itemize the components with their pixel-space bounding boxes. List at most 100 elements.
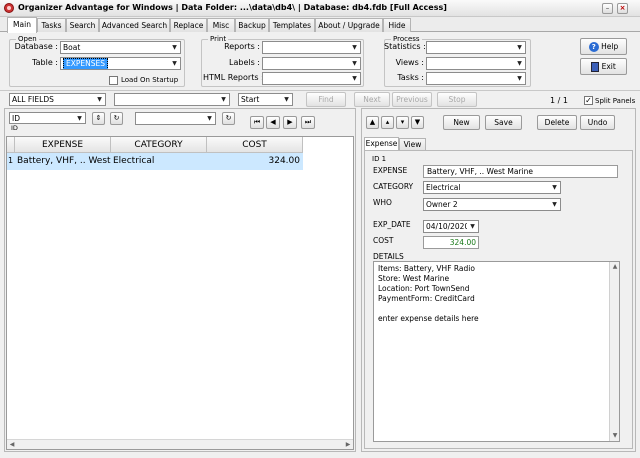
help-button[interactable]: ? Help bbox=[580, 38, 627, 55]
tab-search[interactable]: Search bbox=[66, 18, 99, 32]
category-select[interactable]: Electrical ▼ bbox=[423, 181, 561, 194]
load-on-startup-label: Load On Startup bbox=[121, 76, 179, 84]
sort-field-select[interactable]: ID ▼ bbox=[9, 112, 86, 124]
exp-date-picker[interactable]: 04/10/2020 ▼ bbox=[423, 220, 479, 233]
chevron-down-icon: ▼ bbox=[514, 42, 525, 53]
statistics-select[interactable]: ▼ bbox=[426, 41, 526, 54]
search-field-select[interactable]: ALL FIELDS ▼ bbox=[9, 93, 106, 106]
chevron-down-icon: ▼ bbox=[169, 58, 180, 69]
stop-button[interactable]: Stop bbox=[437, 92, 477, 107]
records-grid[interactable]: EXPENSE CATEGORY COST 1 Battery, VHF, ..… bbox=[6, 136, 354, 450]
scroll-left-icon[interactable]: ◀ bbox=[7, 440, 17, 450]
expense-field[interactable]: Battery, VHF, .. West Marine bbox=[423, 165, 618, 178]
split-panels-checkbox[interactable]: ✓ bbox=[584, 96, 593, 105]
scroll-down-icon[interactable]: ▼ bbox=[610, 431, 620, 441]
first-record-button[interactable]: ⏮ bbox=[250, 116, 264, 129]
tab-view[interactable]: View bbox=[399, 138, 426, 150]
new-button[interactable]: New bbox=[443, 115, 480, 130]
tab-replace[interactable]: Replace bbox=[170, 18, 207, 32]
labels-select[interactable]: ▼ bbox=[262, 57, 361, 70]
move-bottom-button[interactable]: ▼ bbox=[411, 116, 424, 129]
vertical-scrollbar[interactable]: ▲ ▼ bbox=[609, 262, 619, 441]
cell-category: Electrical bbox=[113, 156, 155, 166]
chevron-down-icon: ▼ bbox=[94, 94, 105, 105]
skip-first-icon: ⏮ bbox=[253, 118, 261, 126]
views-select[interactable]: ▼ bbox=[426, 57, 526, 70]
move-up-button[interactable]: ▴ bbox=[381, 116, 394, 129]
delete-button[interactable]: Delete bbox=[537, 115, 577, 130]
find-button[interactable]: Find bbox=[306, 92, 346, 107]
reports-label: Reports : bbox=[224, 42, 260, 51]
table-row[interactable]: 1 Battery, VHF, .. West Electrical 324.0… bbox=[7, 153, 303, 170]
row-indicator: 1 bbox=[8, 156, 14, 165]
horizontal-scrollbar[interactable]: ◀ ▶ bbox=[7, 439, 353, 449]
tab-tasks[interactable]: Tasks bbox=[37, 18, 66, 32]
next-button[interactable]: Next bbox=[354, 92, 390, 107]
chevron-down-icon: ▼ bbox=[514, 73, 525, 84]
column-header-expense[interactable]: EXPENSE bbox=[15, 137, 111, 153]
details-textarea[interactable]: Items: Battery, VHF Radio Store: West Ma… bbox=[373, 261, 620, 442]
refresh-filter-button[interactable]: ↻ bbox=[222, 112, 235, 125]
move-top-button[interactable]: ▲ bbox=[366, 116, 379, 129]
search-mode-select[interactable]: Start ▼ bbox=[238, 93, 293, 106]
sort-order-button[interactable]: ⇕ bbox=[92, 112, 105, 125]
who-select[interactable]: Owner 2 ▼ bbox=[423, 198, 561, 211]
expense-label: EXPENSE bbox=[373, 166, 408, 175]
cell-cost: 324.00 bbox=[268, 156, 301, 166]
split-panels-label: Split Panels bbox=[595, 97, 636, 105]
close-button[interactable]: × bbox=[617, 3, 628, 14]
tab-expense[interactable]: Expense bbox=[364, 137, 399, 150]
html-reports-select[interactable]: ▼ bbox=[262, 72, 361, 85]
refresh-sort-button[interactable]: ↻ bbox=[110, 112, 123, 125]
cell-expense: Battery, VHF, .. West bbox=[17, 156, 111, 166]
load-on-startup-checkbox[interactable] bbox=[109, 76, 118, 85]
triangle-right-icon: ▶ bbox=[287, 118, 293, 126]
refresh-icon: ↻ bbox=[113, 114, 120, 122]
table-select[interactable]: EXPENSES ▼ bbox=[60, 57, 181, 70]
tab-misc[interactable]: Misc bbox=[207, 18, 235, 32]
labels-label: Labels : bbox=[229, 58, 260, 67]
prev-record-button[interactable]: ◀ bbox=[266, 116, 280, 129]
chevron-down-icon: ▼ bbox=[74, 113, 85, 123]
cost-field[interactable]: 324.00 bbox=[423, 236, 479, 249]
tab-advanced-search[interactable]: Advanced Search bbox=[99, 18, 170, 32]
exp-date-label: EXP_DATE bbox=[373, 220, 411, 229]
grid-corner bbox=[7, 137, 15, 153]
chevron-down-icon: ▼ bbox=[349, 73, 360, 84]
tab-about-upgrade[interactable]: About / Upgrade bbox=[315, 18, 383, 32]
exp-date-value: 04/10/2020 bbox=[426, 222, 470, 231]
save-button[interactable]: Save bbox=[485, 115, 522, 130]
filter-select[interactable]: ▼ bbox=[135, 112, 216, 125]
divider bbox=[0, 90, 640, 91]
column-header-cost[interactable]: COST bbox=[207, 137, 303, 153]
search-input[interactable]: ▼ bbox=[114, 93, 230, 106]
chevron-down-icon: ▼ bbox=[218, 94, 229, 105]
scroll-right-icon[interactable]: ▶ bbox=[343, 440, 353, 450]
tab-templates[interactable]: Templates bbox=[269, 18, 315, 32]
chevron-down-icon: ▼ bbox=[514, 58, 525, 69]
exit-button[interactable]: Exit bbox=[580, 58, 627, 75]
next-record-button[interactable]: ▶ bbox=[283, 116, 297, 129]
database-select[interactable]: Boat ▼ bbox=[60, 41, 181, 54]
minimize-button[interactable]: – bbox=[602, 3, 613, 14]
tab-hide[interactable]: Hide bbox=[383, 18, 411, 32]
help-icon: ? bbox=[588, 42, 599, 52]
column-header-category[interactable]: CATEGORY bbox=[111, 137, 207, 153]
tasks-select[interactable]: ▼ bbox=[426, 72, 526, 85]
skip-last-icon: ⏭ bbox=[304, 118, 312, 126]
help-button-label: Help bbox=[601, 42, 619, 51]
scroll-up-icon[interactable]: ▲ bbox=[610, 262, 620, 272]
move-down-button[interactable]: ▾ bbox=[396, 116, 409, 129]
details-line: Location: Port TownSend bbox=[378, 284, 470, 293]
tab-backup[interactable]: Backup bbox=[235, 18, 269, 32]
reports-select[interactable]: ▼ bbox=[262, 41, 361, 54]
arrow-up-icon: ▴ bbox=[385, 118, 390, 126]
details-label: DETAILS bbox=[373, 252, 404, 261]
undo-button[interactable]: Undo bbox=[580, 115, 615, 130]
tab-main[interactable]: Main bbox=[7, 17, 37, 33]
arrow-down-icon: ▾ bbox=[400, 118, 405, 126]
details-line bbox=[378, 304, 479, 314]
previous-button[interactable]: Previous bbox=[392, 92, 432, 107]
statistics-label: Statistics : bbox=[384, 42, 426, 51]
last-record-button[interactable]: ⏭ bbox=[301, 116, 315, 129]
